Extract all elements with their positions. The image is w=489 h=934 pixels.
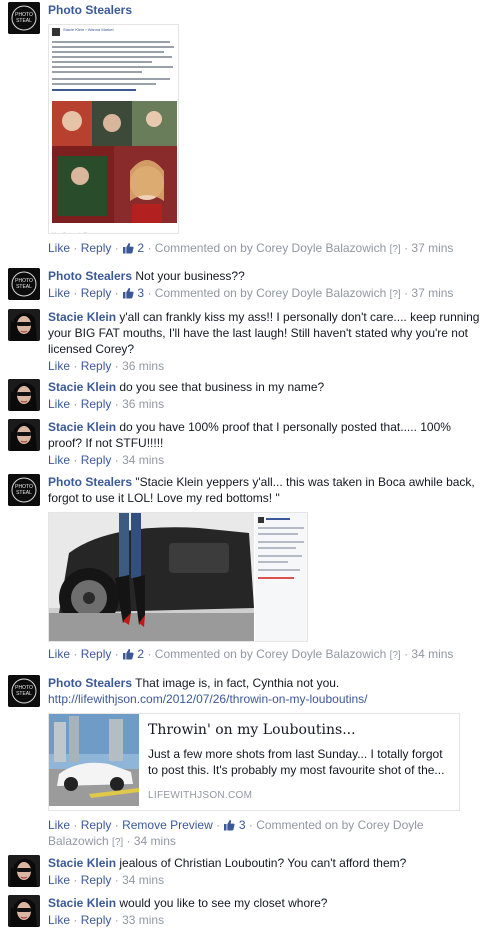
help-icon[interactable]: [?]	[390, 289, 401, 300]
preview-image	[49, 714, 139, 806]
poster-page: Wanna Market	[87, 27, 114, 32]
comment-link[interactable]: http://lifewithjson.com/2012/07/26/throw…	[48, 692, 368, 706]
commented-on: Commented on by Corey Doyle Balazowich	[154, 286, 387, 300]
like-link[interactable]: Like	[48, 286, 70, 300]
comment-actions: Like · Reply · 36 mins	[48, 359, 165, 373]
comment-author[interactable]: Stacie Klein	[48, 856, 116, 870]
reply-link[interactable]: Reply	[81, 453, 112, 467]
comment-text: Not your business??	[135, 269, 245, 283]
timestamp[interactable]: 34 mins	[134, 834, 176, 848]
like-link[interactable]: Like	[48, 913, 70, 927]
avatar[interactable]	[8, 855, 40, 887]
timestamp[interactable]: 37 mins	[411, 241, 453, 255]
timestamp[interactable]: 36 mins	[122, 359, 164, 373]
poster-avatar	[52, 28, 60, 36]
reply-link[interactable]: Reply	[81, 913, 112, 927]
avatar[interactable]	[8, 675, 40, 707]
help-icon[interactable]: [?]	[390, 650, 401, 661]
photo-collage	[52, 101, 177, 223]
like-link[interactable]: Like	[48, 359, 70, 373]
timestamp[interactable]: 34 mins	[411, 647, 453, 661]
preview-description: Just a few more shots from last Sunday..…	[148, 747, 445, 777]
thumbs-up-icon	[123, 242, 134, 254]
comment-actions: Like · Reply · 2 · Commented on by Corey…	[48, 647, 454, 661]
commented-on-cont: Balazowich	[48, 834, 109, 848]
timestamp[interactable]: 34 mins	[122, 453, 164, 467]
avatar[interactable]	[8, 419, 40, 451]
commented-on: Commented on by Corey Doyle Balazowich	[154, 241, 387, 255]
comment-text: would you like to see my closet whore?	[119, 896, 328, 910]
reply-link[interactable]: Reply	[81, 647, 112, 661]
like-count[interactable]: 3	[122, 286, 144, 300]
reply-link[interactable]: Reply	[81, 286, 112, 300]
avatar[interactable]	[8, 2, 40, 34]
thumbs-up-icon	[123, 648, 134, 660]
comment-author[interactable]: Photo Stealers	[48, 3, 132, 17]
comment-author[interactable]: Stacie Klein	[48, 380, 116, 394]
thumbs-up-icon	[123, 287, 134, 299]
heels-photo	[49, 513, 254, 641]
commented-on: Commented on by Corey Doyle	[256, 818, 424, 832]
attached-image[interactable]: Stacie Klein › Wanna Market Like · Comme…	[48, 24, 179, 234]
link-preview[interactable]: Throwin' on my Louboutins... Just a few …	[48, 713, 460, 811]
reply-link[interactable]: Reply	[81, 359, 112, 373]
like-link[interactable]: Like	[48, 397, 70, 411]
reply-link[interactable]: Reply	[81, 818, 112, 832]
comment-actions: Like · Reply · 34 mins	[48, 873, 165, 887]
like-link[interactable]: Like	[48, 818, 70, 832]
preview-title[interactable]: Throwin' on my Louboutins...	[148, 722, 356, 738]
commented-on: Commented on by Corey Doyle Balazowich	[154, 647, 387, 661]
timestamp[interactable]: 36 mins	[122, 397, 164, 411]
timestamp[interactable]: 37 mins	[411, 286, 453, 300]
comment-actions: Like · Reply · 34 mins	[48, 453, 165, 467]
timestamp[interactable]: 34 mins	[122, 873, 164, 887]
like-count[interactable]: 3	[223, 818, 246, 832]
reply-link[interactable]: Reply	[81, 241, 112, 255]
avatar[interactable]	[8, 895, 40, 927]
attachment-footer: Like · Comment · Share	[52, 231, 95, 234]
comment-author[interactable]: Stacie Klein	[48, 310, 116, 324]
avatar[interactable]	[8, 268, 40, 300]
like-link[interactable]: Like	[48, 241, 70, 255]
comment-author[interactable]: Photo Stealers	[48, 475, 132, 489]
like-count[interactable]: 2	[122, 241, 144, 255]
timestamp[interactable]: 33 mins	[122, 913, 164, 927]
preview-domain: LIFEWITHJSON.COM	[148, 790, 253, 801]
comment-text: jealous of Christian Louboutin? You can'…	[119, 856, 407, 870]
like-link[interactable]: Like	[48, 873, 70, 887]
reply-link[interactable]: Reply	[81, 873, 112, 887]
avatar[interactable]	[8, 474, 40, 506]
comment-actions: Like · Reply · 36 mins	[48, 397, 165, 411]
comment-author[interactable]: Photo Stealers	[48, 269, 132, 283]
comment-text: do you see that business in my name?	[119, 380, 325, 394]
attached-image[interactable]	[48, 512, 308, 642]
like-link[interactable]: Like	[48, 453, 70, 467]
comment-actions: Like · Reply · Remove Preview · 3 · Comm…	[48, 818, 424, 848]
avatar[interactable]	[8, 309, 40, 341]
comment-actions: Like · Reply · 2 · Commented on by Corey…	[48, 241, 454, 255]
remove-preview-link[interactable]: Remove Preview	[122, 818, 213, 832]
comment-actions: Like · Reply · 3 · Commented on by Corey…	[48, 286, 454, 300]
like-count[interactable]: 2	[122, 647, 144, 661]
comment-text: That image is, in fact, Cynthia not you.	[135, 676, 340, 690]
thumbs-up-icon	[224, 819, 236, 831]
reply-link[interactable]: Reply	[81, 397, 112, 411]
help-icon[interactable]: [?]	[390, 244, 401, 255]
avatar[interactable]	[8, 379, 40, 411]
poster-name: Stacie Klein	[63, 27, 85, 32]
screenshot-panel	[255, 513, 307, 641]
help-icon[interactable]: [?]	[112, 837, 123, 848]
comment-author[interactable]: Stacie Klein	[48, 420, 116, 434]
like-link[interactable]: Like	[48, 647, 70, 661]
comment-author[interactable]: Stacie Klein	[48, 896, 116, 910]
comment-actions: Like · Reply · 33 mins	[48, 913, 165, 927]
comment-author[interactable]: Photo Stealers	[48, 676, 132, 690]
